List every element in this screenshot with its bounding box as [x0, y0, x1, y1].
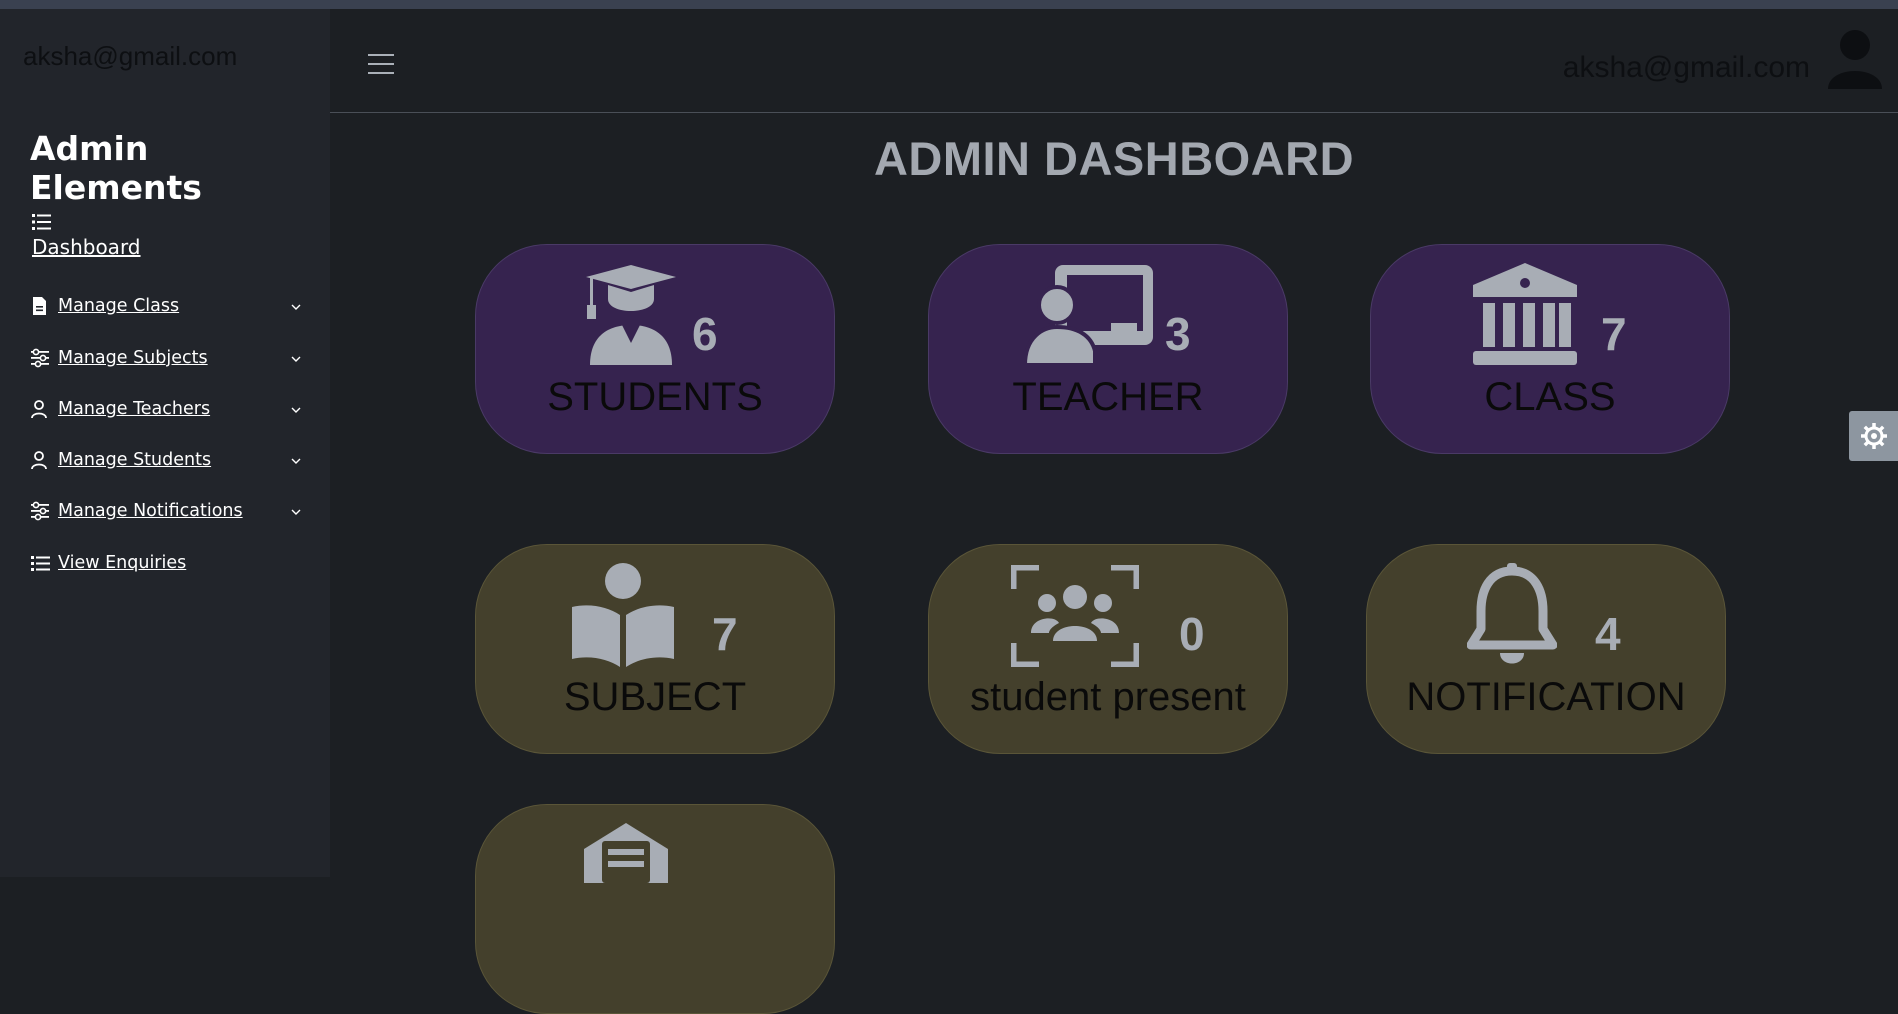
sidebar-item-manage-subjects[interactable]: Manage Subjects [30, 341, 310, 375]
student-present-label: student present [970, 675, 1246, 719]
group-scan-icon [1011, 565, 1139, 667]
file-icon [33, 297, 46, 315]
student-present-count: 0 [1179, 608, 1205, 660]
gear-icon [1861, 423, 1887, 449]
top-navbar: aksha@gmail.com [330, 9, 1898, 113]
sidebar: aksha@gmail.com Admin Elements Dashboard… [0, 9, 330, 877]
sidebar-user-email: aksha@gmail.com [23, 41, 238, 71]
teacher-board-icon [1025, 265, 1153, 365]
user-icon [31, 451, 47, 470]
sidebar-item-label: Manage Teachers [58, 399, 211, 419]
sidebar-item-manage-students[interactable]: Manage Students [30, 443, 310, 477]
class-count: 7 [1601, 308, 1627, 360]
notification-label: NOTIFICATION [1406, 675, 1686, 719]
sliders-icon [31, 501, 49, 521]
teacher-card[interactable]: 3 TEACHER [928, 244, 1288, 454]
students-count: 6 [692, 308, 718, 360]
chevron-down-icon [291, 407, 301, 413]
sidebar-item-manage-notifications[interactable]: Manage Notifications [30, 494, 310, 528]
chevron-down-icon [291, 458, 301, 464]
avatar-icon[interactable] [1826, 27, 1884, 89]
bell-icon [1467, 563, 1557, 664]
sidebar-item-label: Manage Students [58, 450, 212, 470]
sidebar-item-label: Manage Notifications [58, 501, 243, 521]
chevron-down-icon [291, 304, 301, 310]
graduate-icon [586, 265, 676, 365]
list-icon [31, 556, 50, 571]
teacher-label: TEACHER [1012, 375, 1204, 419]
students-label: STUDENTS [547, 375, 763, 419]
settings-toggle[interactable] [1849, 411, 1898, 461]
subject-label: SUBJECT [563, 675, 747, 719]
user-icon [31, 400, 47, 419]
page-title: ADMIN DASHBOARD [873, 132, 1355, 185]
sliders-icon [31, 348, 49, 368]
sidebar-item-manage-teachers[interactable]: Manage Teachers [30, 392, 310, 426]
subject-card[interactable]: 7 SUBJECT [475, 544, 835, 754]
institution-icon [1473, 263, 1577, 365]
subject-count: 7 [712, 608, 738, 660]
sidebar-item-dashboard[interactable]: Dashboard [32, 235, 141, 259]
browser-top-strip [0, 0, 1898, 9]
sidebar-item-label: View Enquiries [58, 553, 187, 573]
sidebar-item-manage-class[interactable]: Manage Class [30, 289, 310, 323]
user-email[interactable]: aksha@gmail.com [1563, 51, 1810, 85]
sidebar-brand: Admin Elements [30, 129, 202, 207]
student-present-card[interactable]: 0 student present [928, 544, 1288, 754]
notification-count: 4 [1595, 608, 1621, 660]
students-card[interactable]: 6 STUDENTS [475, 244, 835, 454]
teacher-count: 3 [1165, 308, 1191, 360]
notification-card[interactable]: 4 NOTIFICATION [1366, 544, 1726, 754]
book-reader-icon [572, 563, 674, 667]
main-content: aksha@gmail.com ADMIN DASHBOARD 6 STUDEN… [330, 9, 1898, 1014]
sidebar-item-view-enquiries[interactable]: View Enquiries [30, 546, 310, 580]
sidebar-item-label: Manage Class [58, 296, 180, 316]
class-label: CLASS [1484, 375, 1616, 419]
list-icon [32, 214, 51, 230]
class-card[interactable]: 7 CLASS [1370, 244, 1730, 454]
chevron-down-icon [291, 509, 301, 515]
sidebar-item-label: Manage Subjects [58, 348, 208, 368]
hamburger-menu-icon[interactable] [368, 54, 394, 74]
enquiry-card[interactable] [475, 804, 835, 1014]
envelope-icon [584, 823, 668, 883]
chevron-down-icon [291, 356, 301, 362]
